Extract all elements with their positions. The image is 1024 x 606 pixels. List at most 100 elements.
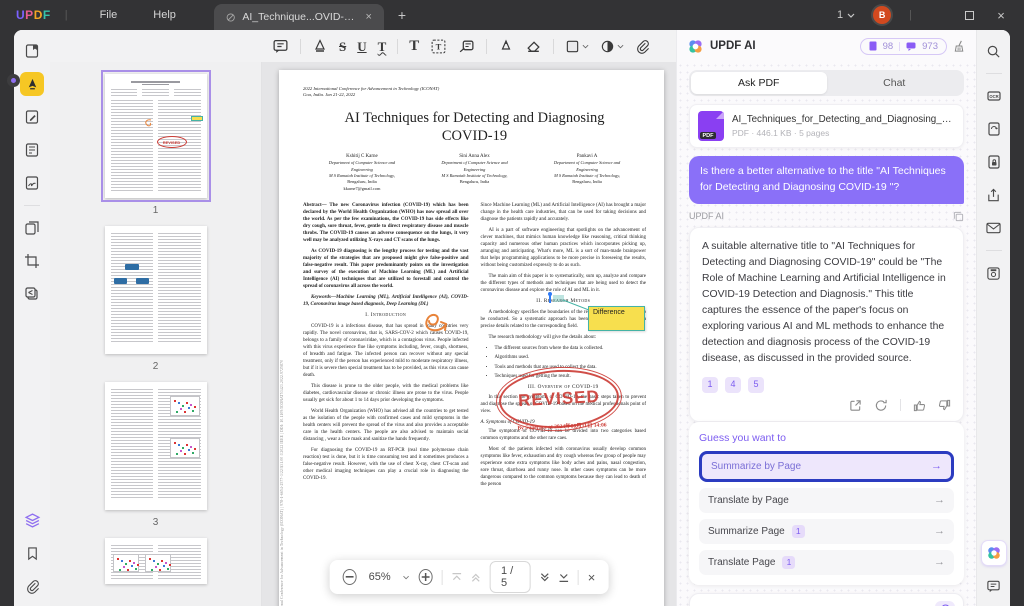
sign-button[interactable] [20,171,44,195]
ocr-button[interactable]: OCR [982,84,1006,108]
crop-button[interactable] [20,249,44,273]
bookmark-button[interactable] [20,541,44,565]
pdf-file-card[interactable]: PDF AI_Techniques_for_Detecting_and_Diag… [689,104,964,148]
new-tab-button[interactable]: + [398,7,406,23]
maximize-button[interactable] [962,8,976,23]
page-credit-count: 98 [882,40,894,52]
clear-chat-broom-icon[interactable] [953,40,966,53]
shape-circle-tool[interactable] [600,39,624,54]
comment-mode-button[interactable] [20,72,44,96]
feedback-button[interactable] [982,574,1006,598]
curl-arrow-annotation[interactable] [417,302,451,336]
prompt-ideas-button[interactable] [935,600,955,606]
panel-collapse-handle[interactable] [7,74,20,87]
ai-panel-body: Ask PDF Chat PDF AI_Techniques_for_Detec… [677,62,976,606]
page-thumbnail-2[interactable] [104,226,207,354]
tab-ask-pdf[interactable]: Ask PDF [691,72,827,94]
attachment-button[interactable] [20,574,44,598]
next-page-button[interactable] [539,572,549,583]
copy-icon[interactable] [953,211,964,222]
share-button[interactable] [982,183,1006,207]
callout-tool[interactable] [458,38,475,55]
thumbs-down-icon[interactable] [938,399,951,412]
strikethrough-tool[interactable]: S [339,40,346,53]
edit-pdf-button[interactable] [20,105,44,129]
page-ref-chip[interactable]: 1 [702,376,718,393]
document-tab-icon [226,12,235,22]
zoom-level[interactable]: 65% [366,571,394,583]
underline-tool[interactable]: U [357,40,366,53]
eraser-tool[interactable] [525,38,542,55]
open-in-new-icon[interactable] [849,399,862,412]
regenerate-icon[interactable] [874,399,888,412]
author-name: Pankavi A [576,154,598,160]
page-ref-chip[interactable]: 5 [748,376,764,393]
main-column: S U T T T REVISED 1 2 3 2022 Internation… [50,30,676,606]
attach-file-tool[interactable] [635,39,650,54]
maximize-icon [964,10,974,20]
author-name: Sini Anna Alex [459,154,490,160]
extract-pages-button[interactable] [20,282,44,306]
zoom-dropdown-icon[interactable] [403,575,410,580]
mini-scatter-plot [169,396,200,416]
ai-response-card: A suitable alternative title to "AI Tech… [689,226,964,422]
layers-button[interactable] [20,508,44,532]
sticky-note-tool[interactable] [272,38,289,55]
mini-curl-annotation [144,119,151,127]
updf-ai-logo-icon [987,547,1000,559]
zoom-in-button[interactable] [418,569,433,585]
ai-credits-badge[interactable]: 98 973 [859,37,947,55]
rail-divider [985,250,1002,251]
window-count-dropdown[interactable]: 1 [837,9,855,21]
save-button[interactable] [982,261,1006,285]
suggestion-summarize-page[interactable]: Summarize Page 1 → [699,518,954,544]
pencil-tool[interactable] [498,38,514,54]
pdf-file-icon: PDF [698,111,724,141]
page-ref-chip[interactable]: 4 [725,376,741,393]
previous-page-button[interactable] [471,572,481,583]
reader-mode-button[interactable] [20,39,44,63]
chevron-down-icon [582,44,589,48]
mini-sticky-note [190,116,203,121]
search-button[interactable] [982,39,1006,63]
ai-response-actions [702,399,951,412]
forms-button[interactable] [20,138,44,162]
close-toolbar-button[interactable]: × [588,570,596,585]
menu-file[interactable]: File [82,9,136,21]
tab-close-icon[interactable]: × [365,11,371,23]
suggestion-translate-page[interactable]: Translate Page 1 → [699,549,954,575]
suggestion-summarize-by-page[interactable]: Summarize by Page → [699,450,954,482]
conference-line: Goa, India. Jan 21-22, 2022 [303,92,356,98]
highlighter-tool[interactable] [312,38,328,54]
page-indicator[interactable]: 1 / 5 [489,561,531,593]
thumbs-up-icon[interactable] [913,399,926,412]
last-page-button[interactable] [559,572,569,583]
close-button[interactable]: × [994,8,1008,23]
zoom-out-button[interactable] [342,569,357,585]
first-page-button[interactable] [451,572,461,583]
squiggly-underline-tool[interactable]: T [378,40,387,53]
document-tab[interactable]: AI_Technique...OVID-19 (1)* × [213,4,384,30]
chevron-down-icon [617,44,624,48]
suggestion-translate-by-page[interactable]: Translate by Page → [699,487,954,513]
convert-pdf-button[interactable] [982,117,1006,141]
updf-ai-rail-button[interactable] [981,541,1006,565]
chevron-down-icon [847,13,855,18]
mail-button[interactable] [982,216,1006,240]
arrow-right-icon: → [931,460,942,472]
page-thumbnail-1[interactable]: REVISED [100,70,211,202]
protect-pdf-button[interactable] [982,150,1006,174]
shape-rectangle-tool[interactable] [565,39,589,54]
menu-help[interactable]: Help [135,9,194,21]
page-thumbnail-3[interactable] [104,382,207,510]
tab-chat[interactable]: Chat [827,72,963,94]
paper-left-column: Abstract— The new Coronavirus infection … [303,203,469,481]
user-avatar[interactable]: B [873,6,892,24]
organize-pages-button[interactable] [20,216,44,240]
text-comment-tool[interactable]: T [409,38,419,54]
page-thumbnail-4[interactable] [104,538,207,584]
text-box-tool[interactable]: T [430,38,447,55]
right-tool-rail: OCR [976,30,1010,606]
titlebar-divider-2: | [909,9,912,21]
sticky-note-annotation[interactable]: Difference [588,306,645,331]
